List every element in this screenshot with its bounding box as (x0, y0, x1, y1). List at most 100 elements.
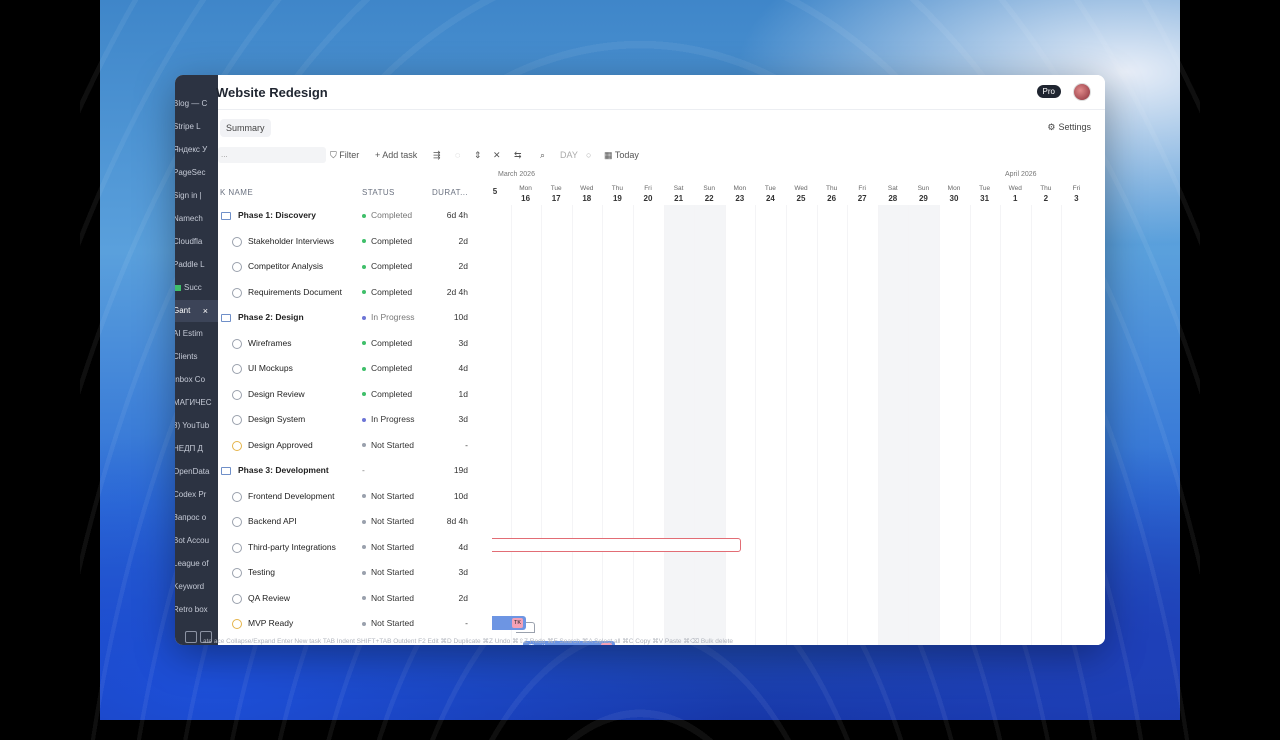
task-checkbox-icon[interactable] (232, 338, 242, 349)
indent-icon[interactable]: ⇶ (433, 150, 441, 161)
link-icon[interactable]: ⇆ (514, 150, 522, 161)
user-avatar[interactable] (1073, 83, 1091, 101)
task-status[interactable]: In Progress (362, 312, 414, 322)
browser-tab[interactable]: Codex Pr (175, 484, 218, 506)
column-header-duration[interactable]: DURAT... (432, 188, 468, 197)
task-row[interactable]: UI Mockups Completed 4d (218, 356, 493, 381)
browser-tab[interactable]: League of (175, 553, 218, 575)
milestone-icon[interactable] (232, 440, 242, 451)
task-status[interactable]: Completed (362, 236, 412, 246)
browser-tab[interactable]: 8) YouTub (175, 415, 218, 437)
task-checkbox-icon[interactable] (232, 415, 242, 425)
tab-summary[interactable]: Summary (220, 119, 271, 137)
folder-icon[interactable] (221, 314, 231, 322)
outdent-icon[interactable]: ◌ (455, 150, 460, 160)
browser-tab[interactable]: Inbox Co (175, 369, 218, 391)
task-row[interactable]: Wireframes Completed 3d (218, 331, 493, 356)
task-row[interactable]: Backend API Not Started 8d 4h (218, 509, 493, 534)
browser-tab[interactable]: Gant × (175, 300, 218, 322)
filter-button[interactable]: ⛉ Filter (330, 150, 359, 161)
task-checkbox-icon[interactable] (232, 593, 242, 604)
zoom-unit[interactable]: DAY (560, 150, 578, 160)
task-status[interactable]: Not Started (362, 567, 414, 577)
task-status[interactable]: Not Started (362, 618, 414, 628)
folder-icon[interactable] (221, 467, 231, 475)
task-row[interactable]: QA Review Not Started 2d (218, 586, 493, 611)
task-status[interactable]: Completed (362, 363, 412, 373)
browser-tab[interactable]: Clients (175, 346, 218, 368)
task-row[interactable]: Testing Not Started 3d (218, 560, 493, 585)
task-status[interactable]: Completed (362, 389, 412, 399)
browser-tab[interactable]: Запрос о (175, 507, 218, 529)
browser-tab[interactable]: Retro box (175, 599, 218, 621)
task-row[interactable]: Requirements Document Completed 2d 4h (218, 280, 493, 305)
task-row[interactable]: Third-party Integrations Not Started 4d (218, 535, 493, 560)
task-status[interactable]: Not Started (362, 491, 414, 501)
browser-tab[interactable]: Paddle L (175, 254, 218, 276)
today-button[interactable]: ▦ Today (604, 150, 639, 161)
column-header-name[interactable]: K NAME (220, 188, 253, 197)
task-row[interactable]: Competitor Analysis Completed 2d (218, 254, 493, 279)
browser-tab[interactable]: МАГИЧЕС (175, 392, 218, 414)
browser-tab[interactable]: Keyword (175, 576, 218, 598)
browser-tab[interactable]: Blog — C (175, 93, 218, 115)
phase-row[interactable]: Phase 3: Development - 19d (218, 458, 493, 483)
task-checkbox-icon[interactable] (232, 542, 242, 553)
task-checkbox-icon[interactable] (232, 491, 242, 502)
task-checkbox-icon[interactable] (232, 517, 242, 527)
task-row[interactable]: Stakeholder Interviews Completed 2d (218, 229, 493, 254)
column-header-status[interactable]: STATUS (362, 188, 395, 197)
browser-tab[interactable]: OpenData (175, 461, 218, 483)
task-row[interactable]: Design Approved Not Started - (218, 433, 493, 458)
task-checkbox-icon[interactable] (232, 568, 242, 578)
browser-tab[interactable]: PageSec (175, 162, 218, 184)
phase-bar-development[interactable] (492, 538, 741, 552)
browser-tab[interactable]: Яндекс У (175, 139, 218, 161)
browser-tab[interactable]: Stripe L (175, 116, 218, 138)
task-status-label: Not Started (371, 490, 414, 501)
task-checkbox-icon[interactable] (232, 262, 242, 272)
task-status[interactable]: Completed (362, 338, 412, 348)
task-row[interactable]: Frontend Development Not Started 10d (218, 484, 493, 509)
task-status[interactable]: Not Started (362, 542, 414, 552)
zoom-icon[interactable]: ⌕ (540, 150, 545, 161)
settings-button[interactable]: ⚙ Settings (1047, 122, 1091, 133)
phase-row[interactable]: Phase 2: Design In Progress 10d (218, 305, 493, 330)
task-row[interactable]: Design Review Completed 1d (218, 382, 493, 407)
task-bar-integrations[interactable]: TK (492, 616, 526, 630)
task-checkbox-icon[interactable] (232, 287, 242, 298)
collapse-icon[interactable]: ✕ (493, 150, 501, 161)
browser-tab[interactable]: AI Estim (175, 323, 218, 345)
phase-row[interactable]: Phase 1: Discovery Completed 6d 4h (218, 203, 493, 228)
task-status[interactable]: Completed (362, 210, 412, 220)
browser-tab[interactable]: НЕДП Д (175, 438, 218, 460)
zoom-in-icon[interactable]: ○ (586, 150, 591, 160)
task-status[interactable]: Completed (362, 261, 412, 271)
expand-icon[interactable]: ⇕ (474, 150, 482, 161)
browser-tab[interactable]: Succ (175, 277, 218, 299)
task-status[interactable]: In Progress (362, 414, 414, 424)
add-task-button[interactable]: + Add task (375, 150, 417, 160)
task-status[interactable]: - (362, 465, 365, 475)
day-header: 5 (492, 185, 510, 196)
browser-tab[interactable]: Sign in | (175, 185, 218, 207)
task-status[interactable]: Completed (362, 287, 412, 297)
task-duration: 2d 4h (446, 286, 468, 297)
task-status[interactable]: Not Started (362, 516, 414, 526)
task-checkbox-icon[interactable] (232, 364, 242, 374)
task-checkbox-icon[interactable] (232, 389, 242, 400)
task-checkbox-icon[interactable] (232, 236, 242, 247)
grid-line (877, 205, 879, 645)
task-row[interactable]: MVP Ready Not Started - (218, 611, 493, 636)
browser-tab[interactable]: Cloudfla (175, 231, 218, 253)
task-status[interactable]: Not Started (362, 440, 414, 450)
search-input[interactable]: ... (218, 147, 326, 163)
tab-grid-icon[interactable] (185, 631, 197, 643)
close-tab-icon[interactable]: × (203, 300, 208, 322)
browser-tab[interactable]: Bot Accou (175, 530, 218, 552)
task-row[interactable]: Design System In Progress 3d (218, 407, 493, 432)
folder-icon[interactable] (221, 212, 231, 220)
browser-tab[interactable]: Namech (175, 208, 218, 230)
task-status[interactable]: Not Started (362, 593, 414, 603)
milestone-icon[interactable] (232, 619, 242, 629)
